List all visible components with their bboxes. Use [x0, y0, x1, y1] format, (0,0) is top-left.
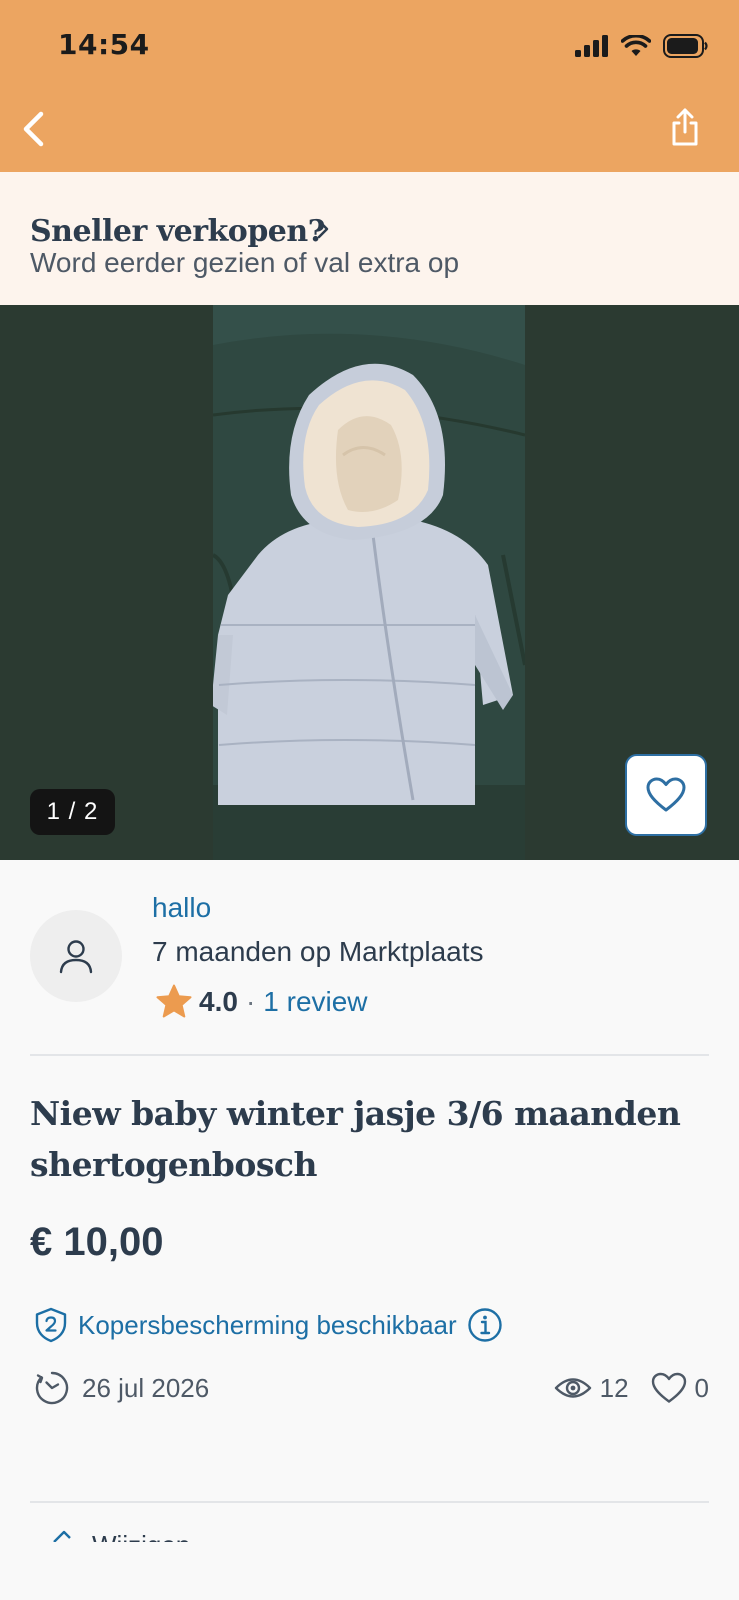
signal-icon [575, 35, 608, 57]
favorites-stat: 0 [651, 1372, 709, 1404]
heart-icon [646, 777, 686, 812]
views-stat: 12 [554, 1373, 629, 1404]
status-icons [575, 32, 709, 60]
edit-icon [53, 1530, 71, 1542]
nav-bar [0, 88, 739, 172]
divider [30, 1054, 709, 1056]
back-button[interactable] [14, 108, 58, 152]
rating-separator: · [245, 986, 256, 1017]
share-icon [672, 108, 698, 146]
status-time: 14:54 [58, 28, 150, 61]
heart-outline-icon [651, 1372, 686, 1403]
user-icon [59, 940, 93, 974]
promo-subtitle: Word eerder gezien of val extra op [30, 247, 460, 278]
clock-icon [35, 1371, 69, 1405]
battery-icon [663, 34, 708, 58]
listing-date: 26 jul 2026 [34, 1368, 209, 1408]
buyer-protection-label: Kopersbescherming beschikbaar [78, 1309, 457, 1340]
listing-title: Niew baby winter jasje 3/6 maanden shert… [30, 1094, 681, 1184]
seller-name[interactable]: hallo [152, 892, 211, 924]
chevron-right-icon [317, 219, 329, 239]
seller-avatar[interactable] [30, 910, 122, 1002]
chevron-left-icon [23, 111, 44, 147]
favorites-count: 0 [694, 1372, 709, 1403]
share-button[interactable] [665, 106, 705, 150]
seller-rating: 4.0 · 1 review [155, 982, 368, 1022]
wifi-icon [621, 35, 651, 56]
rating-value: 4.0 [199, 986, 238, 1017]
promo-title: Sneller verkopen? [30, 214, 325, 249]
photo-gallery[interactable]: 1 / 2 [0, 305, 739, 860]
info-icon[interactable] [467, 1307, 503, 1343]
promo-banner[interactable]: Sneller verkopen? Word eerder gezien of … [0, 172, 739, 305]
buyer-protection[interactable]: Kopersbescherming beschikbaar [34, 1305, 503, 1345]
listing-photo [213, 305, 525, 860]
seller-since: 7 maanden op Marktplaats [152, 936, 484, 967]
listing-content: hallo 7 maanden op Marktplaats 4.0 · 1 r… [0, 860, 739, 1600]
favorite-button[interactable] [625, 754, 707, 836]
views-count: 12 [599, 1372, 629, 1403]
reviews-link[interactable]: 1 review [263, 986, 367, 1018]
next-section-label[interactable]: Wijzigen [92, 1530, 190, 1542]
listing-stats: 12 0 [554, 1368, 709, 1408]
eye-icon [554, 1378, 591, 1398]
photo-counter: 1 / 2 [30, 789, 115, 835]
listing-price: € 10,00 [30, 1220, 164, 1264]
star-icon [156, 984, 192, 1018]
divider [30, 1501, 709, 1503]
status-bar: 14:54 [0, 0, 739, 88]
listing-date-text: 26 jul 2026 [82, 1372, 210, 1403]
shield-icon [35, 1307, 67, 1343]
